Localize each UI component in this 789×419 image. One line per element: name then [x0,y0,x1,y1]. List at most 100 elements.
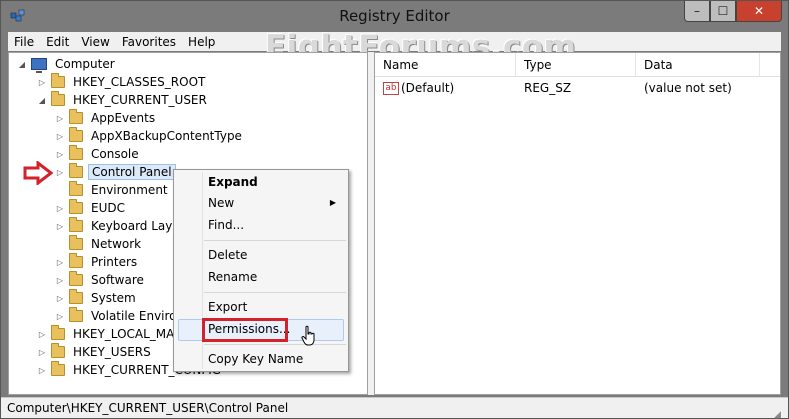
menu-edit[interactable]: Edit [40,35,75,49]
tree-label: AppEvents [91,111,156,125]
tree-item-software[interactable]: ▷ Software [55,271,147,289]
column-header-data[interactable]: Data [636,53,760,77]
collapsed-arrow-icon[interactable]: ▷ [55,149,65,159]
tree-label: Software [91,273,144,287]
folder-icon [51,325,65,340]
expanded-arrow-icon[interactable]: ◢ [17,59,27,69]
collapsed-arrow-icon[interactable]: ▷ [55,203,65,213]
tree-item-environment[interactable]: Environment [55,181,171,199]
tree-item-console[interactable]: ▷ Console [55,145,142,163]
tree-item-hkcu[interactable]: ◢ HKEY_CURRENT_USER [37,91,210,109]
menu-item-delete[interactable]: Delete [208,245,247,265]
folder-icon [69,235,83,250]
menu-item-new-label: New [208,196,235,210]
tree-label: Environment [91,183,168,197]
tree-label: EUDC [91,201,125,215]
tree-label: System [91,291,136,305]
tree-item-computer[interactable]: ◢ Computer [17,55,118,73]
menu-item-new[interactable]: New ▶ [208,193,346,213]
menu-item-copy-key-name[interactable]: Copy Key Name [208,349,303,369]
folder-icon [69,199,83,214]
collapsed-arrow-icon[interactable]: ▷ [37,77,47,87]
menu-favorites[interactable]: Favorites [116,35,182,49]
tree-item-network[interactable]: Network [55,235,144,253]
menu-separator [204,344,346,345]
expanded-arrow-icon[interactable]: ◢ [37,95,47,105]
menu-file[interactable]: File [8,35,40,49]
column-header-name[interactable]: Name [375,53,516,77]
menu-view[interactable]: View [75,35,115,49]
value-data: (value not set) [644,81,732,95]
window-controls: – ☐ ✕ [684,1,782,22]
context-menu: Expand New ▶ Find... Delete Rename Expor… [173,169,349,372]
folder-icon [69,289,83,304]
status-bar: Computer\HKEY_CURRENT_USER\Control Panel… [1,397,788,419]
tree-label: Network [91,237,142,251]
tree-item-control-panel[interactable]: ▷ Control Panel [55,163,176,181]
column-header-type[interactable]: Type [516,53,636,77]
menu-item-find[interactable]: Find... [208,215,244,235]
folder-icon [69,109,83,124]
close-button[interactable]: ✕ [736,1,782,22]
menu-item-export[interactable]: Export [208,297,247,317]
tree-item-eudc[interactable]: ▷ EUDC [55,199,128,217]
string-value-icon: ab [383,82,399,95]
value-name-cell: ab (Default) [375,81,516,95]
window-title: Registry Editor [339,7,450,25]
minimize-icon: – [694,4,700,18]
folder-icon [69,253,83,268]
tree-item-hku[interactable]: ▷ HKEY_USERS [37,343,154,361]
maximize-button[interactable]: ☐ [710,1,736,22]
registry-editor-window: Registry Editor – ☐ ✕ File Edit View Fav… [0,0,789,419]
tree-item-appxbackupcontenttype[interactable]: ▷ AppXBackupContentType [55,127,245,145]
collapsed-arrow-icon[interactable]: ▷ [55,221,65,231]
folder-icon [69,307,83,322]
collapsed-arrow-icon[interactable]: ▷ [37,329,47,339]
tree-label: HKEY_CLASSES_ROOT [73,75,206,89]
folder-icon [69,145,83,160]
collapsed-arrow-icon[interactable]: ▷ [55,311,65,321]
folder-icon [51,73,65,88]
resize-grip-icon[interactable]: ◢ [774,405,784,419]
no-expander [55,239,65,249]
menu-bar: File Edit View Favorites Help [8,32,781,51]
minimize-button[interactable]: – [684,1,710,22]
collapsed-arrow-icon[interactable]: ▷ [55,275,65,285]
folder-icon [51,361,65,376]
collapsed-arrow-icon[interactable]: ▷ [37,365,47,375]
title-bar[interactable]: Registry Editor – ☐ ✕ [1,1,788,31]
collapsed-arrow-icon[interactable]: ▷ [55,167,65,177]
close-icon: ✕ [753,4,765,18]
tree-item-hkcr[interactable]: ▷ HKEY_CLASSES_ROOT [37,73,208,91]
tree-item-appevents[interactable]: ▷ AppEvents [55,109,158,127]
red-arrow-annotation-icon [23,161,53,185]
folder-icon [69,163,83,178]
menu-separator [204,240,346,241]
value-name: (Default) [401,81,455,95]
tree-item-system[interactable]: ▷ System [55,289,139,307]
column-headers: Name Type Data [375,53,780,77]
folder-icon [51,343,65,358]
mouse-pointer-icon [301,325,315,346]
menu-item-rename[interactable]: Rename [208,267,257,287]
red-highlight-box [202,318,288,342]
tree-label: Computer [55,57,115,71]
folder-icon [69,127,83,142]
tree-label: AppXBackupContentType [91,129,242,143]
menu-help[interactable]: Help [182,35,221,49]
collapsed-arrow-icon[interactable]: ▷ [37,347,47,357]
tree-item-printers[interactable]: ▷ Printers [55,253,140,271]
value-type: REG_SZ [524,81,572,95]
folder-icon [51,91,65,106]
computer-icon [31,58,47,73]
tree-label: HKEY_USERS [73,345,151,359]
menu-item-expand[interactable]: Expand [208,172,258,192]
collapsed-arrow-icon[interactable]: ▷ [55,113,65,123]
folder-icon [69,181,83,196]
values-pane[interactable]: Name Type Data ab (Default) REG_SZ (value… [374,52,781,395]
collapsed-arrow-icon[interactable]: ▷ [55,131,65,141]
table-row[interactable]: ab (Default) REG_SZ (value not set) [375,79,780,97]
collapsed-arrow-icon[interactable]: ▷ [55,257,65,267]
collapsed-arrow-icon[interactable]: ▷ [55,293,65,303]
no-expander [55,185,65,195]
